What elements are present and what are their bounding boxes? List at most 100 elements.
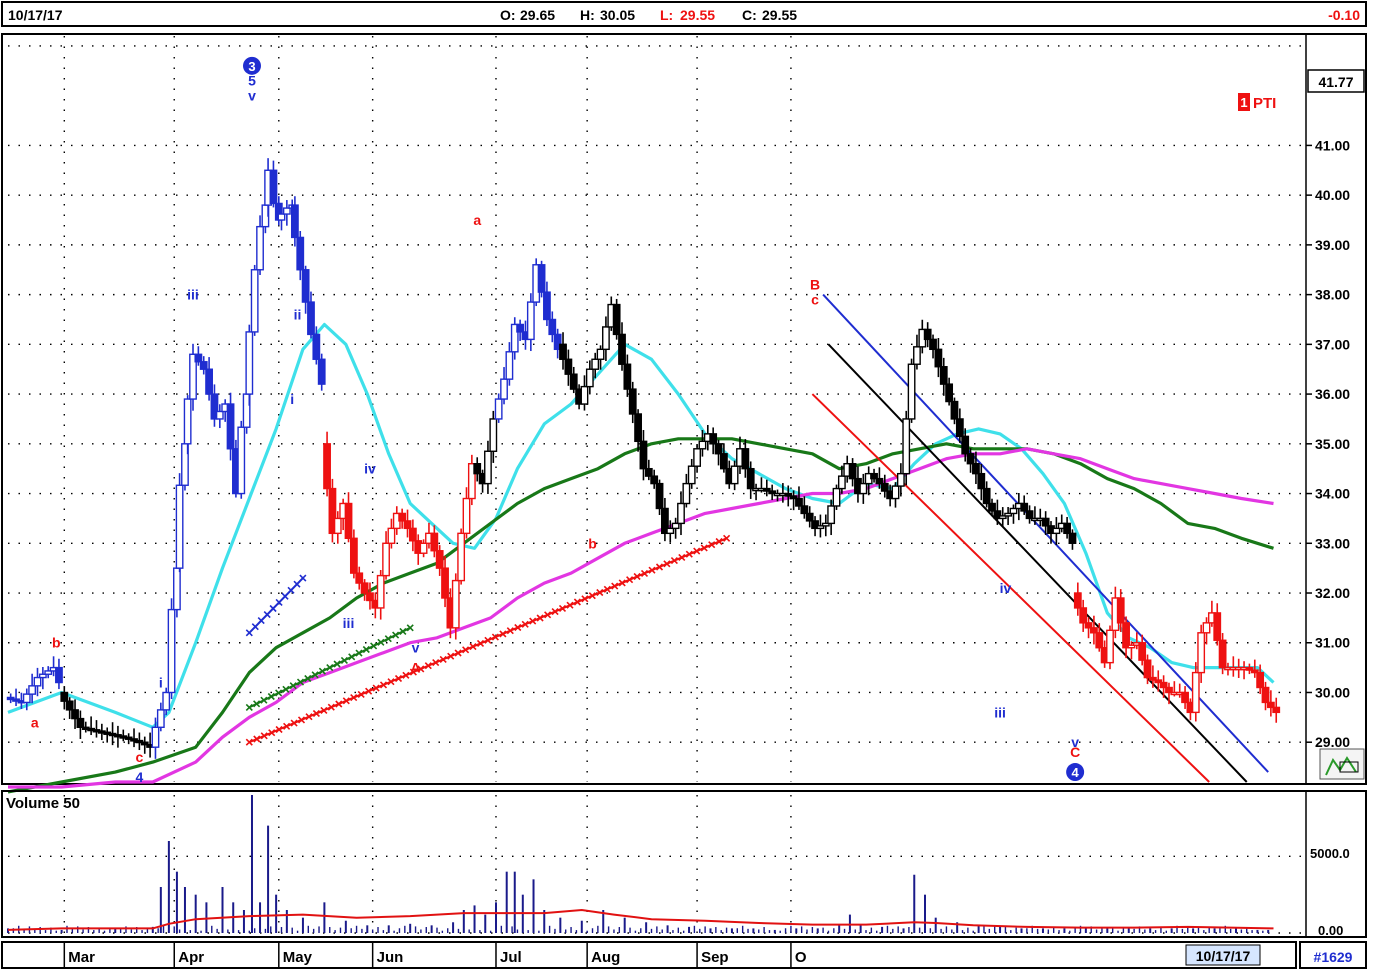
price-bar: [1084, 622, 1093, 629]
close-label: C:: [742, 7, 757, 23]
price-bar: [602, 326, 610, 351]
open-value: 29.65: [520, 7, 555, 23]
price-bar: [955, 418, 964, 438]
month-label: O: [795, 949, 807, 966]
price-bar: [1052, 527, 1061, 535]
price-bar: [693, 448, 701, 467]
wave-label: 3: [248, 59, 255, 74]
month-label: May: [283, 949, 313, 966]
price-bar: [1106, 629, 1114, 664]
price-bar: [543, 291, 551, 321]
price-bar: [709, 433, 718, 445]
price-bar: [55, 666, 63, 684]
wave-label: v: [412, 640, 420, 656]
price-bar: [323, 443, 331, 490]
price-bar: [1213, 612, 1222, 641]
symbol-name: PTI: [1253, 95, 1276, 112]
price-bar: [296, 236, 305, 271]
price-bar: [269, 169, 278, 205]
price-bar: [226, 403, 235, 450]
price-bar: [290, 204, 299, 239]
price-bar: [441, 567, 449, 599]
price-bar: [76, 717, 85, 728]
wave-label: iii: [994, 704, 1006, 720]
price-bar: [1138, 642, 1147, 661]
price-bar: [156, 709, 165, 728]
price-bar: [966, 453, 975, 465]
price-bar: [746, 467, 755, 490]
price-bar: [1202, 622, 1211, 634]
price-bar: [500, 378, 508, 400]
price-bar: [923, 328, 932, 341]
price-bar: [1197, 632, 1206, 674]
price-bar: [175, 484, 184, 569]
price-bar: [526, 301, 535, 341]
price-bar: [1090, 627, 1098, 634]
price-bar: [548, 318, 557, 336]
price-bar: [977, 472, 986, 490]
price-bar: [451, 579, 460, 629]
price-bar: [591, 358, 600, 370]
price-bar: [282, 207, 291, 215]
price-bar: [1159, 681, 1168, 689]
high-value: 30.05: [600, 7, 635, 23]
price-bar: [650, 475, 659, 485]
header-date: 10/17/17: [8, 7, 63, 23]
wave-label: A: [410, 660, 420, 676]
price-bar: [430, 532, 439, 552]
price-bar: [1266, 701, 1275, 709]
change-value: -0.10: [1328, 7, 1360, 23]
wave-label: iv: [364, 461, 376, 477]
price-bar: [71, 709, 79, 720]
price-bar: [795, 497, 803, 507]
price-bar: [237, 426, 246, 495]
last-price-tag: 41.77: [1307, 69, 1365, 93]
price-bar: [349, 537, 358, 574]
price-bar: [945, 383, 954, 403]
price-bar: [800, 505, 809, 515]
price-bar: [1256, 671, 1265, 689]
wave-label: b: [588, 535, 597, 551]
price-bar: [1218, 639, 1227, 669]
price-bar: [837, 475, 846, 490]
month-label: Apr: [178, 949, 204, 966]
month-label: Sep: [701, 949, 729, 966]
volume-label: Volume 50: [6, 795, 80, 812]
price-bar: [677, 502, 685, 525]
price-bar: [618, 333, 626, 365]
volume-tick-zero: 0.00: [1318, 923, 1343, 938]
price-bar: [1261, 686, 1270, 704]
price-bar: [387, 527, 396, 544]
price-bar: [355, 572, 364, 584]
price-tick-label: 37.00: [1315, 336, 1350, 352]
wave-label: a: [473, 212, 481, 228]
wave-label: ii: [294, 306, 302, 322]
price-bar: [489, 418, 498, 452]
price-bar: [682, 482, 691, 505]
price-bar: [1191, 671, 1200, 714]
price-bar: [982, 487, 991, 505]
price-bar: [730, 465, 739, 485]
price-bar: [317, 358, 326, 385]
price-bar: [162, 691, 171, 711]
bar-id-value: #1629: [1314, 949, 1353, 965]
price-bar: [65, 700, 74, 711]
price-bar: [457, 532, 466, 582]
price-bar: [537, 264, 546, 293]
price-bar: [245, 331, 254, 395]
price-bar: [870, 472, 878, 480]
price-bar: [639, 440, 648, 470]
price-bar: [1020, 502, 1029, 512]
price-bar: [859, 482, 868, 495]
price-bar: [408, 527, 417, 542]
price-bar: [848, 463, 857, 480]
price-bar: [22, 693, 31, 704]
price-bar: [376, 574, 385, 609]
price-tick-label: 30.00: [1315, 684, 1350, 700]
price-tick-label: 41.00: [1315, 137, 1350, 153]
chart-settings-icon[interactable]: [1319, 748, 1365, 780]
open-label: O:: [500, 7, 516, 23]
price-bar: [301, 269, 310, 303]
date-box[interactable]: 10/17/17: [1185, 944, 1261, 966]
wave-label: a: [31, 714, 39, 730]
